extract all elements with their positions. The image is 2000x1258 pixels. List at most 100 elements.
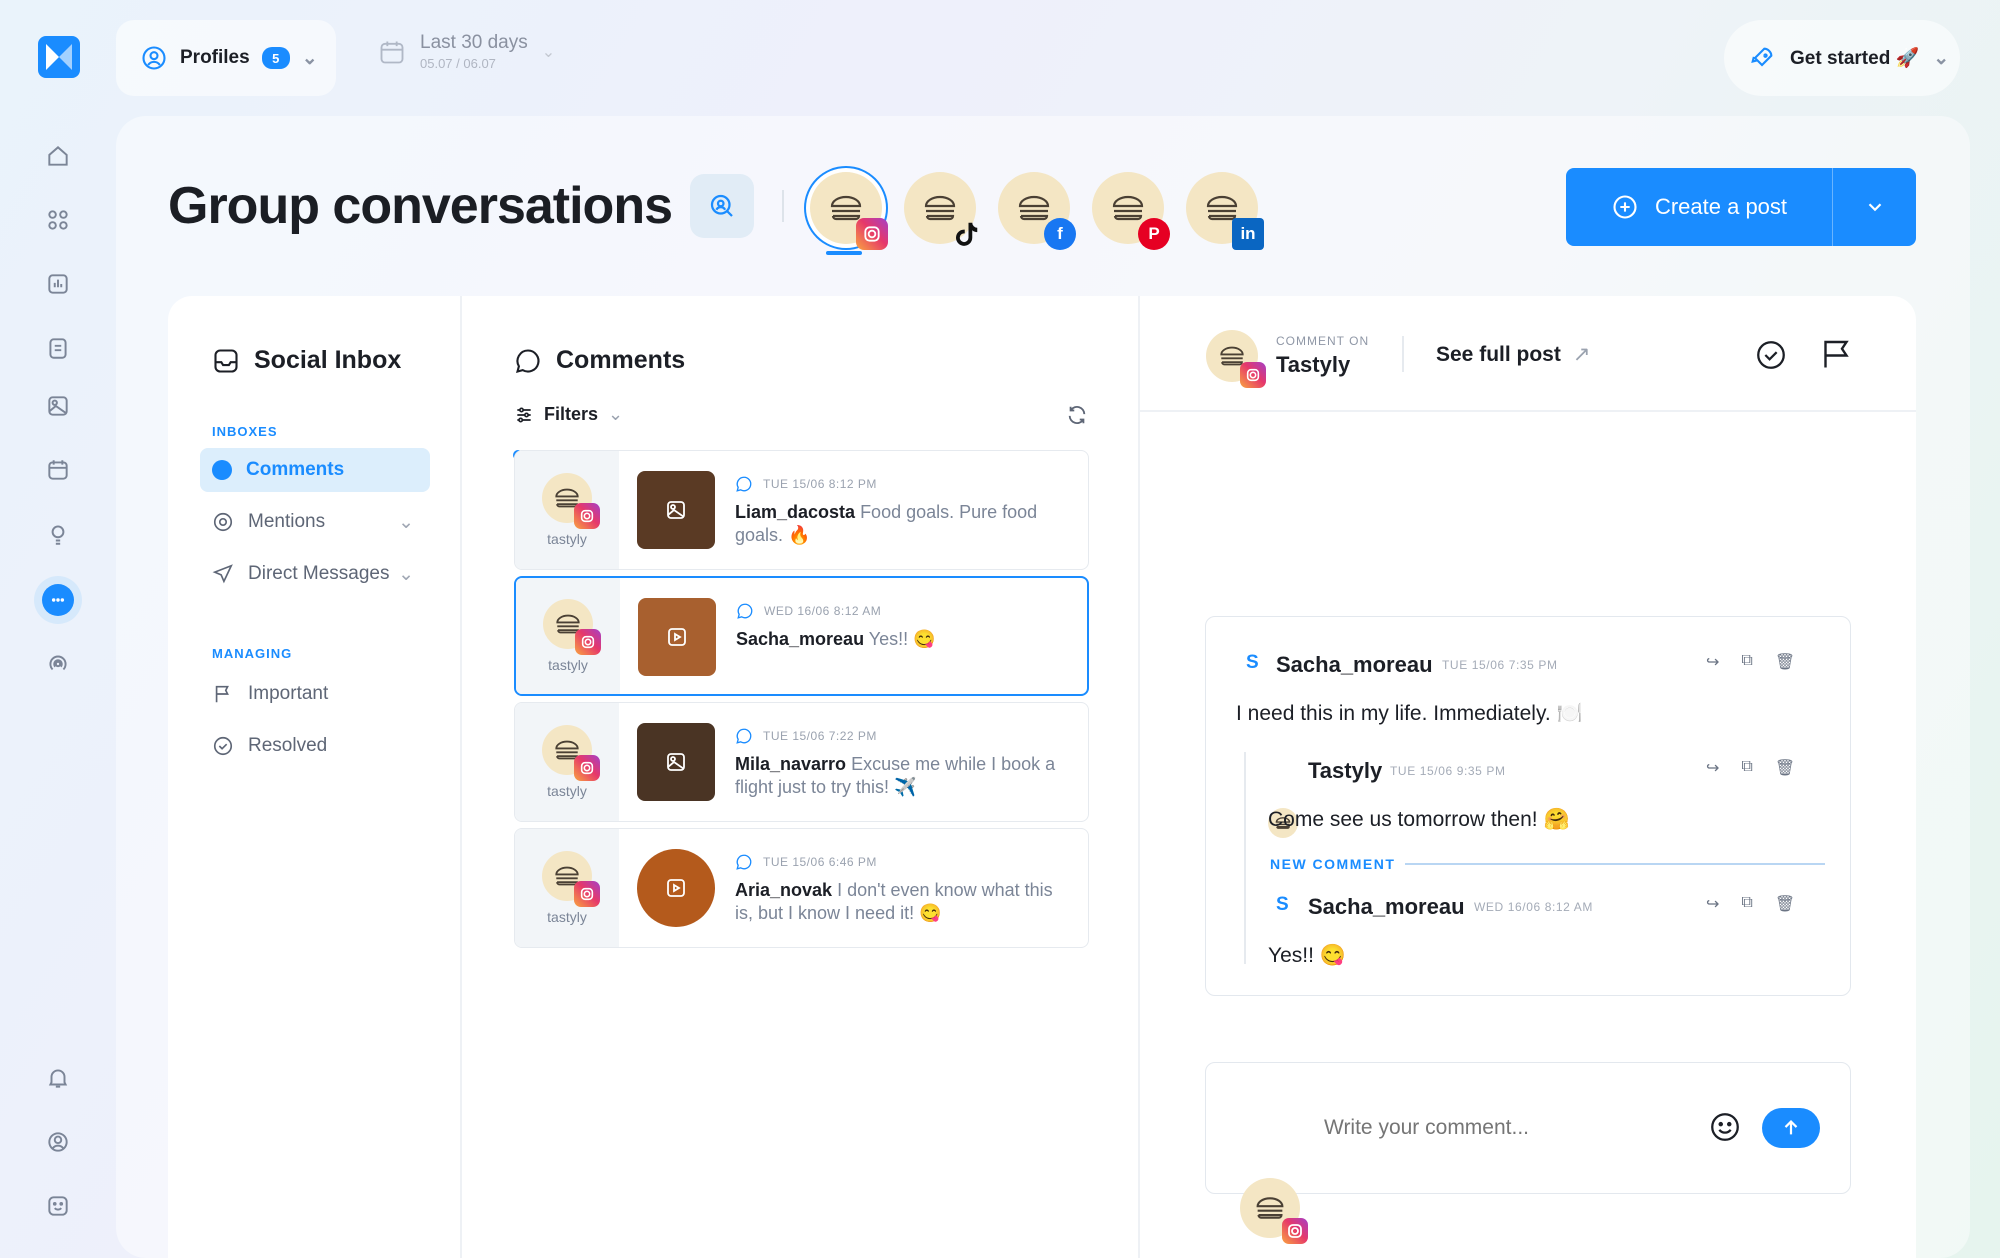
network-avatar-instagram[interactable]: [810, 172, 888, 250]
nav-comments[interactable]: Comments: [200, 448, 430, 492]
at-icon: [213, 512, 233, 532]
user-search-icon: [710, 194, 733, 217]
account-avatar: [543, 599, 601, 655]
flag-important-button[interactable]: [1818, 336, 1854, 377]
reply-icon[interactable]: ↪: [1706, 758, 1719, 778]
comment-text: Aria_novak I don't even know what this i…: [735, 879, 1075, 925]
account-icon[interactable]: [42, 1126, 74, 1158]
burger-logo-icon: [830, 195, 862, 221]
instagram-icon: [575, 629, 601, 655]
refresh-button[interactable]: [1066, 404, 1088, 431]
network-avatar-tiktok[interactable]: [904, 172, 978, 246]
post-thumbnail[interactable]: [637, 849, 715, 927]
create-post-button[interactable]: Create a post: [1566, 168, 1832, 246]
profile-search-button[interactable]: [690, 174, 754, 238]
nav-mentions[interactable]: Mentions ⌄: [200, 500, 430, 544]
comment-body: Yes!! 😋: [864, 629, 936, 649]
image-icon: [667, 501, 685, 519]
date-range-label: Last 30 days: [420, 32, 528, 53]
nav-resolved[interactable]: Resolved: [200, 724, 430, 768]
comments-dot-icon: [212, 460, 232, 480]
get-started-button[interactable]: Get started 🚀 ⌄: [1724, 20, 1960, 96]
chevron-down-icon: ⌄: [301, 47, 318, 69]
date-range-value: 05.07 / 06.07: [420, 56, 496, 71]
check-circle-icon: [1757, 341, 1785, 369]
emoji-icon: [1711, 1113, 1739, 1141]
nav-mentions-label: Mentions: [248, 511, 326, 532]
burger-logo-icon: [1018, 195, 1050, 221]
refresh-icon: [1068, 406, 1086, 424]
trash-icon[interactable]: 🗑: [1775, 894, 1795, 914]
inbox-chat-icon[interactable]: [42, 584, 74, 616]
post-account-avatar: [1206, 330, 1266, 388]
app-logo-icon[interactable]: [38, 36, 80, 78]
profiles-selector[interactable]: Profiles 5 ⌄: [116, 20, 336, 96]
arrow-up-right-icon: ↗: [1572, 343, 1591, 366]
comment-time: TUE 15/06 6:46 PM: [763, 855, 877, 869]
thread-new-time: WED 16/06 8:12 AM: [1474, 900, 1593, 914]
home-icon[interactable]: [42, 140, 74, 172]
create-post-button-group: Create a post: [1566, 168, 1916, 246]
comment-user: Liam_dacosta: [735, 502, 856, 522]
account-cell: tastyly: [516, 578, 620, 694]
chevron-down-icon: ⌄: [398, 511, 414, 533]
network-avatar-facebook[interactable]: f: [998, 172, 1076, 250]
create-post-dropdown[interactable]: [1832, 168, 1916, 246]
post-thumbnail[interactable]: [638, 598, 716, 676]
network-avatar-linkedin[interactable]: in: [1186, 172, 1264, 250]
nav-direct-messages[interactable]: Direct Messages ⌄: [200, 552, 430, 596]
comment-time: WED 16/06 8:12 AM: [764, 604, 882, 618]
comment-time: TUE 15/06 8:12 PM: [763, 477, 877, 491]
instagram-icon: [1282, 1218, 1308, 1244]
thread-new-actions: ↪ ⧉ 🗑: [1706, 894, 1795, 914]
account-cell: tastyly: [515, 829, 619, 947]
reply-icon[interactable]: ↪: [1706, 652, 1719, 672]
trash-icon[interactable]: 🗑: [1775, 758, 1795, 778]
comment-card-selected[interactable]: tastyly WED 16/06 8:12 AM Sacha_moreau Y…: [514, 576, 1089, 696]
analytics-icon[interactable]: [42, 268, 74, 300]
date-range-selector[interactable]: Last 30 days 05.07 / 06.07 ⌄: [378, 32, 555, 71]
thread-main-time: TUE 15/06 7:35 PM: [1442, 658, 1558, 672]
comment-card[interactable]: tastyly TUE 15/06 7:22 PM Mila_navarro E…: [514, 702, 1089, 822]
reply-icon[interactable]: ↪: [1706, 894, 1719, 914]
instagram-icon: [574, 881, 600, 907]
chat-bubble-icon: [737, 603, 753, 619]
new-comment-label: NEW COMMENT: [1270, 856, 1396, 872]
post-thumbnail[interactable]: [637, 471, 715, 549]
instagram-icon: [1240, 362, 1266, 388]
comment-card[interactable]: tastyly TUE 15/06 6:46 PM Aria_novak I d…: [514, 828, 1089, 948]
emoji-button[interactable]: [1708, 1110, 1742, 1149]
selected-network-indicator: [826, 251, 862, 255]
burger-logo-icon: [924, 195, 956, 221]
chat-bubble-icon: [736, 476, 752, 492]
see-full-post-link[interactable]: See full post ↗: [1436, 342, 1590, 367]
instagram-icon: [856, 218, 888, 250]
grid-icon[interactable]: [42, 204, 74, 236]
support-icon[interactable]: [42, 1190, 74, 1222]
user-initial-avatar: S: [1246, 652, 1259, 673]
instagram-icon: [574, 755, 600, 781]
profiles-label: Profiles: [180, 47, 250, 68]
media-icon[interactable]: [42, 390, 74, 422]
nav-important[interactable]: Important: [200, 672, 430, 716]
bell-icon[interactable]: [42, 1062, 74, 1094]
post-thumbnail[interactable]: [637, 723, 715, 801]
translate-icon[interactable]: ⧉: [1741, 894, 1752, 914]
send-comment-button[interactable]: [1762, 1108, 1820, 1148]
network-avatar-pinterest[interactable]: P: [1092, 172, 1170, 250]
see-full-post-label: See full post: [1436, 342, 1561, 366]
comment-user: Mila_navarro: [735, 754, 847, 774]
calendar-icon[interactable]: [42, 454, 74, 486]
trash-icon[interactable]: 🗑: [1775, 652, 1795, 672]
translate-icon[interactable]: ⧉: [1741, 652, 1752, 672]
chevron-down-icon: ⌄: [398, 563, 414, 585]
clipboard-icon[interactable]: [42, 332, 74, 364]
ideas-icon[interactable]: [42, 518, 74, 550]
translate-icon[interactable]: ⧉: [1741, 758, 1752, 778]
comment-input[interactable]: [1324, 1110, 1684, 1146]
resolve-button[interactable]: [1754, 338, 1788, 377]
listening-icon[interactable]: [42, 648, 74, 680]
filters-button[interactable]: Filters ⌄: [514, 404, 623, 425]
comment-card[interactable]: tastyly TUE 15/06 8:12 PM Liam_dacosta F…: [514, 450, 1089, 570]
comment-user: Aria_novak: [735, 880, 833, 900]
